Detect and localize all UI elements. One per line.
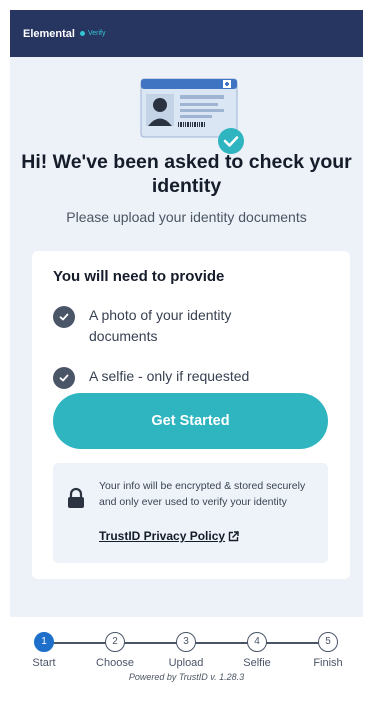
page-title: Hi! We've been asked to check your ident… <box>21 151 352 197</box>
step-number: 5 <box>318 632 338 652</box>
step-start: 1 Start <box>14 631 74 669</box>
verify-badge: Verify <box>79 30 106 37</box>
step-number: 4 <box>247 632 267 652</box>
check-circle-icon <box>53 306 75 328</box>
step-upload: 3 Upload <box>156 631 216 669</box>
app-frame: Elemental Verify Hi! We've been asked to… <box>10 10 363 686</box>
lock-icon <box>68 487 84 508</box>
step-number: 3 <box>176 632 196 652</box>
page-subtitle: Please upload your identity documents <box>66 209 307 225</box>
top-bar: Elemental Verify <box>10 10 363 57</box>
verify-dot-icon <box>79 31 85 36</box>
requirement-item-selfie: A selfie - only if requested <box>53 366 313 389</box>
step-number: 2 <box>105 632 125 652</box>
step-selfie: 4 Selfie <box>227 631 287 669</box>
privacy-policy-link[interactable]: TrustID Privacy Policy <box>99 529 239 543</box>
step-label: Selfie <box>243 657 271 669</box>
external-link-icon <box>228 530 239 541</box>
check-circle-icon <box>53 367 75 389</box>
get-started-button[interactable]: Get Started <box>53 393 328 449</box>
step-number: 1 <box>34 632 54 652</box>
id-card-check-illustration <box>140 78 244 154</box>
step-label: Finish <box>313 657 343 669</box>
step-progress: 1 Start 2 Choose 3 Upload 4 Selfie 5 Fin… <box>30 631 343 675</box>
step-label: Choose <box>96 657 134 669</box>
requirements-card: You will need to provide A photo of your… <box>32 251 350 579</box>
requirement-label: A selfie - only if requested <box>89 368 250 384</box>
verify-label: Verify <box>87 30 106 37</box>
step-finish: 5 Finish <box>298 631 358 669</box>
card-title: You will need to provide <box>53 268 225 285</box>
brand-logo: Elemental <box>23 27 75 40</box>
step-label: Start <box>32 657 56 669</box>
step-choose: 2 Choose <box>85 631 145 669</box>
privacy-info-text: Your info will be encrypted & stored sec… <box>99 480 306 508</box>
progress-footer: 1 Start 2 Choose 3 Upload 4 Selfie 5 Fin… <box>10 617 363 686</box>
requirement-label: A photo of your identity documents <box>89 307 232 344</box>
privacy-policy-label: TrustID Privacy Policy <box>99 529 226 543</box>
step-label: Upload <box>168 657 204 669</box>
privacy-info-box: Your info will be encrypted & stored sec… <box>53 463 328 563</box>
requirement-item-photo: A photo of your identity documents <box>53 305 253 347</box>
powered-by-text: Powered by TrustID v. 1.28.3 <box>128 672 245 682</box>
